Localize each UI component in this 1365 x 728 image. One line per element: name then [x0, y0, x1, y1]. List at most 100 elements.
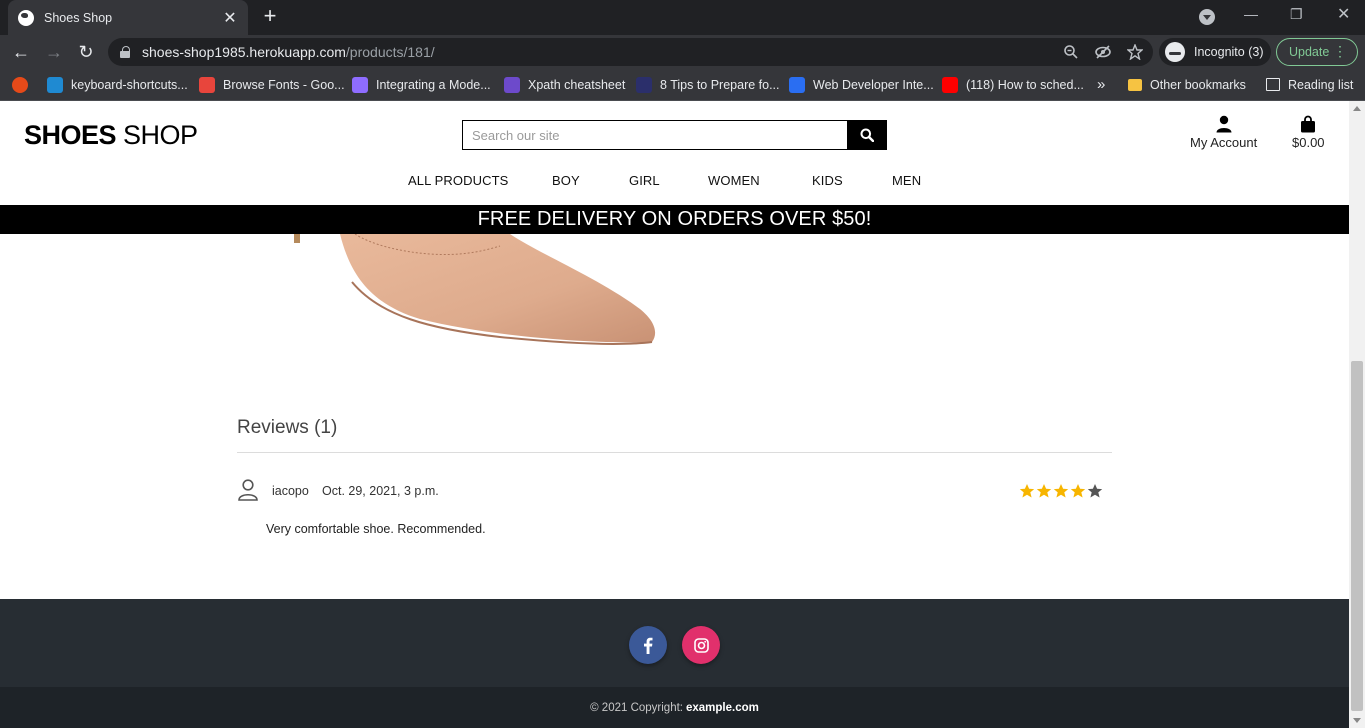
star-empty-icon [1087, 484, 1103, 498]
bookmark-item[interactable]: Browse Fonts - Goo... [199, 69, 345, 100]
new-tab-button[interactable]: + [258, 5, 282, 29]
restore-icon[interactable]: ❐ [1290, 6, 1303, 23]
page-scrollbar[interactable] [1349, 101, 1365, 728]
user-icon [1216, 115, 1232, 133]
cart-link[interactable]: $0.00 [1292, 115, 1325, 150]
bookmark-label: Web Developer Inte... [813, 77, 934, 92]
search-icon [860, 128, 874, 142]
zoom-icon[interactable] [1063, 44, 1079, 60]
bookmark-label: 8 Tips to Prepare fo... [660, 77, 780, 92]
user-icon [238, 479, 258, 501]
app-icon [12, 76, 28, 93]
eye-off-icon[interactable] [1095, 44, 1111, 60]
nav-men[interactable]: MEN [892, 173, 921, 188]
bookmarks-bar: keyboard-shortcuts... Browse Fonts - Goo.… [0, 69, 1365, 101]
incognito-indicator[interactable]: Incognito (3) [1159, 38, 1271, 66]
star-filled-icon [1019, 484, 1035, 498]
forward-icon[interactable]: → [43, 41, 65, 63]
browser-toolbar: ← → ↻ shoes-shop1985.herokuapp.com/produ… [0, 35, 1365, 69]
bookmark-item[interactable]: (118) How to sched... [942, 69, 1084, 100]
tab-search-icon[interactable] [1199, 9, 1215, 25]
bookmark-label: keyboard-shortcuts... [71, 77, 188, 92]
bookmark-item[interactable]: 8 Tips to Prepare fo... [636, 69, 780, 100]
facebook-icon [644, 637, 653, 654]
scroll-down-icon[interactable] [1353, 718, 1361, 723]
other-bookmarks[interactable]: Other bookmarks [1128, 69, 1246, 100]
bookmark-favicon-icon [504, 76, 520, 93]
cart-total: $0.00 [1292, 135, 1325, 150]
facebook-button[interactable] [629, 626, 667, 664]
footer [0, 599, 1349, 687]
browser-tab[interactable]: Shoes Shop ✕ [8, 0, 248, 35]
bookmark-label: Xpath cheatsheet [528, 77, 626, 92]
bookmark-favicon-icon [789, 76, 805, 93]
update-button[interactable]: Update ⋮ [1276, 38, 1358, 66]
my-account-link[interactable]: My Account [1190, 115, 1257, 150]
bookmark-item[interactable]: Integrating a Mode... [352, 69, 491, 100]
bookmark-item[interactable]: keyboard-shortcuts... [47, 69, 188, 100]
nav-girl[interactable]: GIRL [629, 173, 660, 188]
star-filled-icon [1036, 484, 1052, 498]
scrollbar-thumb[interactable] [1351, 361, 1363, 711]
copyright-link[interactable]: example.com [686, 702, 759, 714]
nav-boy[interactable]: BOY [552, 173, 580, 188]
search-input[interactable] [463, 121, 847, 149]
site-search [462, 120, 887, 150]
star-filled-icon [1070, 484, 1086, 498]
window-close-icon[interactable]: ✕ [1337, 4, 1350, 24]
bookmark-app-icon[interactable] [12, 69, 36, 100]
star-filled-icon [1053, 484, 1069, 498]
shopping-bag-icon [1301, 115, 1316, 133]
bookmarks-overflow-icon[interactable]: » [1097, 69, 1105, 100]
url-path: /products/181/ [345, 44, 435, 60]
incognito-label: Incognito (3) [1194, 45, 1264, 59]
bookmark-label: Browse Fonts - Goo... [223, 77, 345, 92]
reading-list[interactable]: Reading list [1266, 69, 1353, 100]
bookmark-favicon-icon [47, 76, 63, 93]
other-bookmarks-label: Other bookmarks [1150, 77, 1246, 92]
update-label: Update [1289, 45, 1330, 59]
reviews-heading: Reviews (1) [237, 417, 338, 438]
reload-icon[interactable]: ↻ [75, 41, 97, 63]
tab-close-icon[interactable]: ✕ [222, 8, 238, 28]
reviews-divider [237, 452, 1112, 453]
tab-title: Shoes Shop [44, 10, 113, 25]
instagram-button[interactable] [682, 626, 720, 664]
webpage: SHOES SHOP My Account $0.00 ALL PRODUCTS… [0, 101, 1349, 728]
scroll-up-icon[interactable] [1353, 106, 1361, 111]
review-author: iacopo [272, 484, 309, 498]
bookmark-label: Integrating a Mode... [376, 77, 491, 92]
logo-light: SHOP [116, 120, 198, 150]
bookmark-favicon-icon [199, 76, 215, 93]
bookmark-item[interactable]: Xpath cheatsheet [504, 69, 625, 100]
review-date: Oct. 29, 2021, 3 p.m. [322, 484, 439, 498]
star-bookmark-icon[interactable] [1127, 44, 1143, 60]
my-account-label: My Account [1190, 135, 1258, 150]
copyright-text: © 2021 Copyright: [590, 701, 683, 714]
site-logo[interactable]: SHOES SHOP [24, 120, 198, 151]
copyright-bar: © 2021 Copyright: example.com [0, 687, 1349, 728]
logo-bold: SHOES [24, 120, 117, 150]
bookmark-label: (118) How to sched... [966, 77, 1084, 92]
menu-dots-icon[interactable]: ⋮ [1333, 43, 1347, 60]
bookmark-favicon-icon [636, 76, 652, 93]
folder-icon [1128, 78, 1142, 91]
review-text: Very comfortable shoe. Recommended. [266, 522, 486, 536]
search-button[interactable] [847, 121, 886, 149]
product-image [294, 234, 656, 346]
review-rating [1019, 483, 1103, 499]
reading-list-label: Reading list [1288, 77, 1354, 92]
nav-all-products[interactable]: ALL PRODUCTS [408, 173, 508, 188]
incognito-icon [1165, 42, 1185, 62]
nav-kids[interactable]: KIDS [812, 173, 843, 188]
lock-icon[interactable] [120, 46, 130, 58]
main-nav: ALL PRODUCTS BOY GIRL WOMEN KIDS MEN [0, 173, 1349, 193]
minimize-icon[interactable]: — [1244, 6, 1258, 22]
bookmark-item[interactable]: Web Developer Inte... [789, 69, 934, 100]
address-bar[interactable]: shoes-shop1985.herokuapp.com/products/18… [108, 38, 1153, 66]
back-icon[interactable]: ← [10, 41, 32, 63]
delivery-banner: FREE DELIVERY ON ORDERS OVER $50! [0, 205, 1349, 234]
bookmark-favicon-icon [352, 76, 368, 93]
nav-women[interactable]: WOMEN [708, 173, 760, 188]
browser-tabstrip: Shoes Shop ✕ + — ❐ ✕ [0, 0, 1365, 35]
